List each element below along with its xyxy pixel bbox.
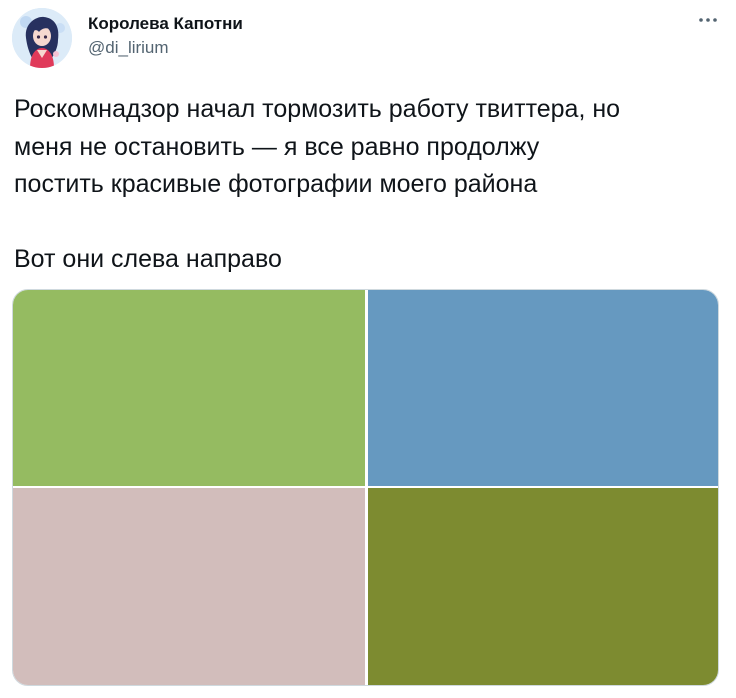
more-options-button[interactable] <box>692 6 724 34</box>
photo-1[interactable] <box>13 290 365 486</box>
media-grid <box>12 289 719 686</box>
avatar[interactable] <box>12 8 72 68</box>
anime-girl-avatar-icon <box>12 8 72 68</box>
tweet-text-line: меня не остановить — я все равно продолж… <box>14 132 540 161</box>
tweet-text: Роскомнадзор начал тормозить работу твит… <box>14 91 720 278</box>
tweet-text-line: Роскомнадзор начал тормозить работу твит… <box>14 95 621 123</box>
display-name[interactable]: Королева Капотни <box>88 14 243 34</box>
tweet-text-line: постить красивые фотографии моего района <box>14 170 538 198</box>
photo-4[interactable] <box>368 488 718 685</box>
photo-2[interactable] <box>368 290 718 486</box>
tweet-text-line: Вот они слева направо <box>14 244 282 273</box>
user-handle[interactable]: @di_lirium <box>88 38 169 58</box>
photo-3[interactable] <box>13 488 365 685</box>
more-horizontal-icon <box>699 18 717 22</box>
tweet: Королева Капотни @di_lirium Роскомнадзор… <box>0 0 736 698</box>
